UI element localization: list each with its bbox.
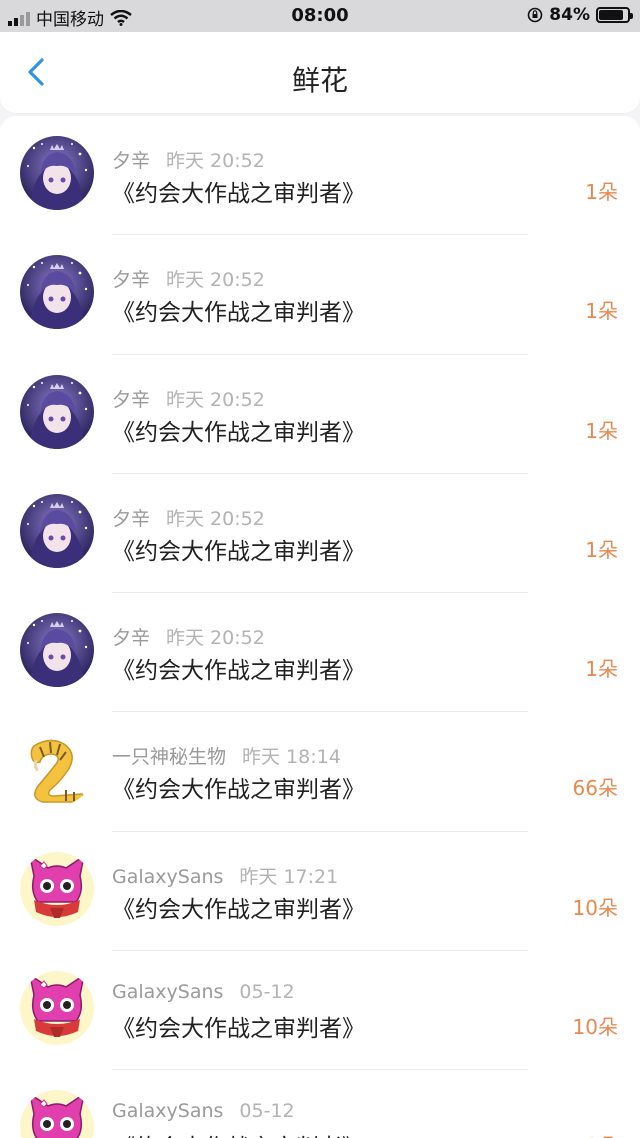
sender-name: GalaxySans	[112, 1100, 224, 1123]
work-title: 《约会大作战之审判者》	[112, 777, 365, 804]
battery-group: 84%	[527, 5, 633, 25]
work-title: 《约会大作战之审判者》	[112, 658, 365, 685]
orientation-lock-icon	[527, 7, 543, 23]
battery-percent: 84%	[549, 5, 590, 25]
flower-count: 1朵	[585, 180, 618, 204]
avatar[interactable]	[20, 1090, 94, 1138]
avatar[interactable]	[20, 374, 94, 449]
flower-count: 1朵	[585, 537, 618, 562]
work-title: 《约会大作战之审判者》	[112, 538, 365, 565]
sender-name: 夕辛	[112, 627, 151, 650]
work-title: 《约会大作战之审判者》	[112, 181, 365, 207]
list-item[interactable]: 夕辛 昨天 20:52 《约会大作战之审判者》 1朵	[0, 355, 640, 474]
sent-time: 05-12	[239, 1100, 295, 1123]
avatar[interactable]	[20, 613, 94, 688]
flower-count: 10朵	[572, 895, 618, 920]
work-title: 《约会大作战之审判者》	[112, 300, 365, 327]
sender-meta: GalaxySans 05-12	[112, 981, 295, 1003]
sender-meta: 夕辛 昨天 20:52	[112, 504, 265, 531]
sender-meta: 夕辛 昨天 20:52	[112, 623, 265, 650]
flower-count: 1朵	[585, 418, 618, 443]
sent-time: 昨天 18:14	[242, 746, 341, 769]
sent-time: 昨天 17:21	[239, 865, 339, 888]
sender-meta: 夕辛 昨天 20:52	[112, 146, 265, 173]
sender-meta: 一只神秘生物 昨天 18:14	[112, 742, 341, 769]
sender-name: 一只神秘生物	[112, 746, 227, 769]
sender-name: 夕辛	[112, 269, 151, 292]
avatar[interactable]	[20, 255, 94, 330]
sender-meta: GalaxySans 昨天 17:21	[112, 862, 338, 889]
list-item[interactable]: 一只神秘生物 昨天 18:14 《约会大作战之审判者》 66朵	[0, 712, 640, 832]
sender-name: 夕辛	[112, 388, 151, 411]
sender-meta: 夕辛 昨天 20:52	[112, 385, 265, 412]
sent-time: 昨天 20:52	[166, 507, 265, 530]
sent-time: 昨天 20:52	[166, 388, 265, 411]
flower-count: 1朵	[585, 299, 618, 324]
sender-meta: 夕辛 昨天 20:52	[112, 265, 265, 292]
nav-bar: 鲜花	[0, 32, 640, 114]
avatar[interactable]	[20, 971, 94, 1046]
battery-icon	[596, 7, 633, 23]
flower-count: 1朵	[585, 657, 618, 682]
sender-meta: GalaxySans 05-12	[112, 1100, 295, 1122]
status-bar: 中国移动 08:00 84%	[0, 0, 640, 32]
sender-name: GalaxySans	[112, 865, 224, 888]
list-item[interactable]: GalaxySans 05-12 《约会大作战之审判者》 10朵	[0, 1070, 640, 1138]
work-title: 《约会大作战之审判者》	[112, 896, 365, 923]
avatar[interactable]	[20, 493, 94, 568]
work-title: 《约会大作战之审判者》	[112, 1128, 365, 1138]
sender-name: GalaxySans	[112, 981, 224, 1004]
work-title: 《约会大作战之审判者》	[112, 419, 365, 446]
flower-count: 10朵	[572, 1015, 618, 1040]
list-item[interactable]: 夕辛 昨天 20:52 《约会大作战之审判者》 1朵	[0, 474, 640, 594]
list-item[interactable]: 夕辛 昨天 20:52 《约会大作战之审判者》 1朵	[0, 235, 640, 355]
list-item[interactable]: GalaxySans 昨天 17:21 《约会大作战之审判者》 10朵	[0, 832, 640, 952]
avatar[interactable]	[20, 136, 94, 210]
flower-count: 66朵	[572, 776, 618, 801]
flower-list: 夕辛 昨天 20:52 《约会大作战之审判者》 1朵 夕辛 昨天 20:52 《约会大作战之…	[0, 116, 640, 1138]
sender-name: 夕辛	[112, 507, 151, 530]
avatar[interactable]	[20, 851, 94, 926]
page-title: 鲜花	[291, 64, 348, 97]
flower-count: 10朵	[573, 1130, 618, 1138]
avatar[interactable]	[20, 732, 94, 807]
sender-name: 夕辛	[112, 150, 151, 172]
sent-time: 05-12	[239, 981, 295, 1004]
sent-time: 昨天 20:52	[166, 627, 265, 650]
list-item[interactable]: 夕辛 昨天 20:52 《约会大作战之审判者》 1朵	[0, 116, 640, 236]
list-item[interactable]: 夕辛 昨天 20:52 《约会大作战之审判者》 1朵	[0, 593, 640, 713]
list-item[interactable]: GalaxySans 05-12 《约会大作战之审判者》 10朵	[0, 951, 640, 1071]
sent-time: 昨天 20:52	[166, 150, 265, 172]
work-title: 《约会大作战之审判者》	[112, 1016, 365, 1043]
sent-time: 昨天 20:52	[166, 269, 265, 292]
